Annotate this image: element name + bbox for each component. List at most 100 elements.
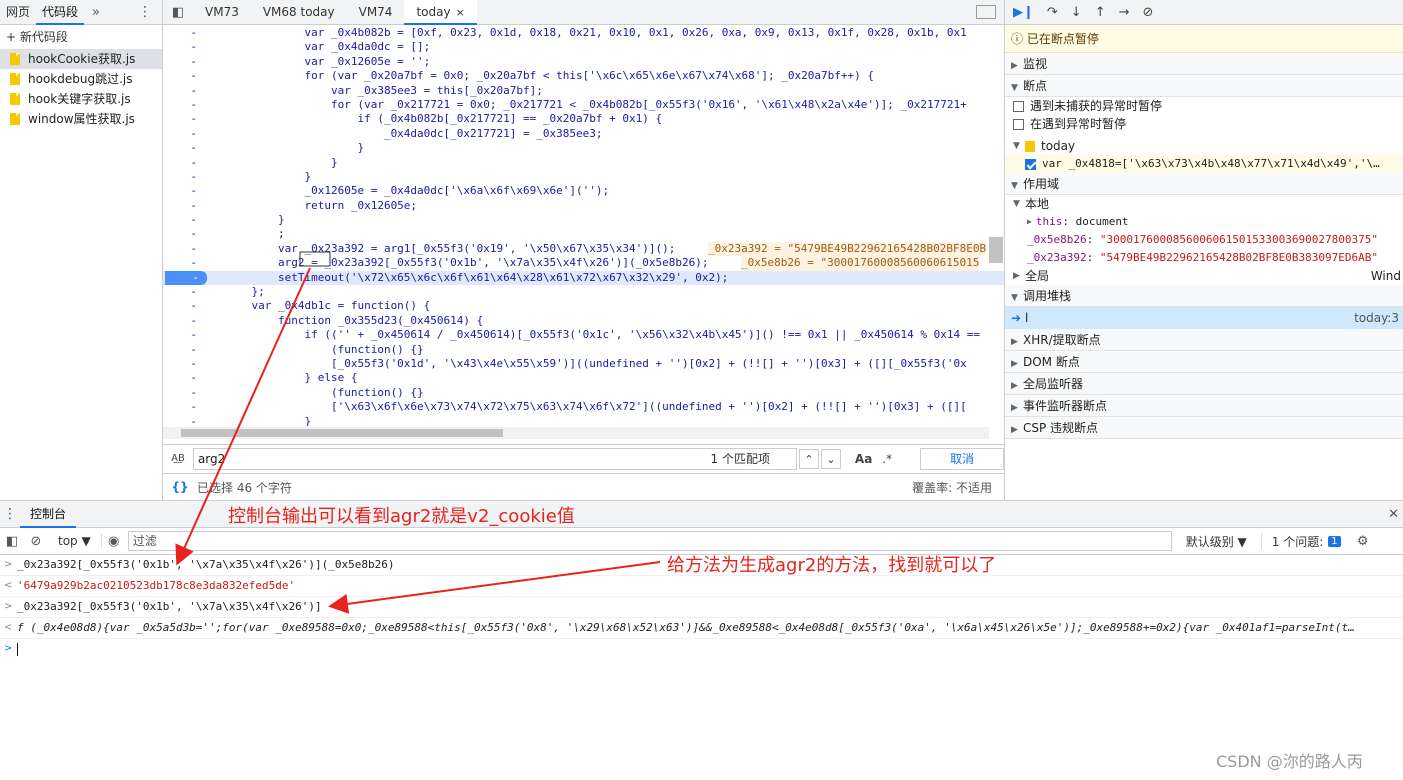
code-line[interactable]: - ['\x63\x6f\x6e\x73\x74\x72\x75\x63\x74… <box>163 400 1004 414</box>
code-line[interactable]: - }; <box>163 285 1004 299</box>
step-icon[interactable]: → <box>1119 5 1130 20</box>
code-line[interactable]: - (function() {} <box>163 386 1004 400</box>
line-gutter[interactable]: - <box>163 328 215 342</box>
code-line[interactable]: - _0x12605e = _0x4da0dc['\x6a\x6f\x69\x6… <box>163 184 1004 198</box>
line-gutter[interactable]: - <box>163 127 215 141</box>
tab-console[interactable]: 控制台 <box>20 501 77 528</box>
previous-match-button[interactable]: ⌃ <box>798 448 819 469</box>
section-breakpoints[interactable]: ▼ 断点 <box>1005 75 1403 97</box>
section-scope[interactable]: ▼ 作用域 <box>1005 173 1403 195</box>
log-level-select[interactable]: 默认级别 ▼ <box>1172 532 1262 550</box>
code-line[interactable]: - } <box>163 213 1004 227</box>
filter-input[interactable]: 过滤 <box>127 531 1172 551</box>
section-csp[interactable]: ▶ CSP 违规断点 <box>1005 417 1403 439</box>
line-gutter[interactable]: - <box>163 415 215 426</box>
code-area[interactable]: - var _0x4b082b = [0xf, 0x23, 0x1d, 0x18… <box>163 26 1004 426</box>
line-gutter[interactable]: - <box>163 84 215 98</box>
replace-toggle-icon[interactable]: A͟B <box>163 453 193 464</box>
scope-local[interactable]: ▼ 本地 <box>1005 195 1403 213</box>
resume-icon[interactable]: ▶❙ <box>1013 5 1034 20</box>
search-input[interactable]: arg2 1 个匹配项 <box>192 447 797 470</box>
close-icon[interactable]: × <box>456 6 465 19</box>
eye-icon[interactable]: ◉ <box>102 534 126 549</box>
toggle-debugger-icon[interactable] <box>976 5 996 19</box>
code-line[interactable]: - ; <box>163 227 1004 241</box>
line-gutter[interactable]: - <box>163 213 215 227</box>
line-gutter[interactable]: - <box>163 170 215 184</box>
line-gutter[interactable]: - <box>163 199 215 213</box>
horizontal-scrollbar[interactable] <box>163 427 989 439</box>
checkbox[interactable] <box>1013 118 1024 130</box>
checkbox[interactable] <box>1013 100 1024 112</box>
editor-tab[interactable]: VM74 <box>347 0 405 25</box>
line-gutter[interactable]: - <box>163 299 215 313</box>
kebab-menu-icon[interactable]: ⋮ <box>128 4 162 20</box>
tab-page[interactable]: 网页 <box>0 0 36 25</box>
code-line[interactable]: - for (var _0x217721 = 0x0; _0x217721 < … <box>163 98 1004 112</box>
kebab-menu-icon[interactable]: ⋮ <box>0 506 20 522</box>
line-gutter[interactable]: - <box>163 26 215 40</box>
issues-button[interactable]: 1 个问题: 1 <box>1262 533 1351 550</box>
code-line[interactable]: - } else { <box>163 371 1004 385</box>
snippet-item[interactable]: window属性获取.js <box>0 109 162 129</box>
line-gutter[interactable]: - <box>163 156 215 170</box>
code-line[interactable]: - [_0x55f3('0x1d', '\x43\x4e\x55\x59')](… <box>163 357 1004 371</box>
snippet-item[interactable]: hookCookie获取.js <box>0 49 162 69</box>
code-line[interactable]: - var _0x4da0dc = []; <box>163 40 1004 54</box>
line-gutter[interactable]: - <box>163 242 215 256</box>
line-gutter[interactable]: - <box>163 314 215 328</box>
editor-tab[interactable]: VM73 <box>193 0 251 25</box>
console-message[interactable]: > _0x23a392[_0x55f3('0x1b', '\x7a\x35\x4f… <box>0 597 1403 618</box>
call-frame[interactable]: ➜ l today:3 <box>1005 307 1403 329</box>
editor-tab-active[interactable]: today × <box>404 0 477 25</box>
more-tabs-button[interactable]: » <box>84 5 108 20</box>
code-line-paused[interactable]: - setTimeout('\x72\x65\x6c\x6f\x61\x64\x… <box>163 270 1004 286</box>
checkbox-checked[interactable] <box>1025 158 1036 170</box>
code-line[interactable]: - for (var _0x20a7bf = 0x0; _0x20a7bf < … <box>163 69 1004 83</box>
line-gutter[interactable]: - <box>163 227 215 241</box>
scope-global[interactable]: ▶ 全局 Wind <box>1005 267 1403 285</box>
line-gutter[interactable]: - <box>163 69 215 83</box>
section-watch[interactable]: ▶ 监视 <box>1005 53 1403 75</box>
next-match-button[interactable]: ⌄ <box>820 448 841 469</box>
toggle-navigator-icon[interactable]: ◧ <box>163 5 193 20</box>
new-snippet-button[interactable]: + 新代码段 <box>0 25 162 49</box>
vertical-scrollbar-thumb[interactable] <box>989 237 1003 263</box>
snippet-item[interactable]: hook关键字获取.js <box>0 89 162 109</box>
code-line[interactable]: - var _0x12605e = ''; <box>163 55 1004 69</box>
line-gutter[interactable]: - <box>163 112 215 126</box>
line-gutter[interactable]: - <box>163 371 215 385</box>
code-line[interactable]: - if (('' + _0x450614 / _0x450614)[_0x55… <box>163 328 1004 342</box>
sidebar-toggle-icon[interactable]: ◧ <box>0 534 24 549</box>
gear-icon[interactable]: ⚙ <box>1351 534 1375 549</box>
scope-this[interactable]: ▶ this: document <box>1005 213 1403 231</box>
breakpoint-file[interactable]: ▼ today <box>1005 137 1403 155</box>
code-line[interactable]: - } <box>163 415 1004 426</box>
code-line[interactable]: - } <box>163 141 1004 155</box>
code-line[interactable]: - var _0x4b082b = [0xf, 0x23, 0x1d, 0x18… <box>163 26 1004 40</box>
editor-tab[interactable]: VM68 today <box>251 0 347 25</box>
scrollbar-thumb[interactable] <box>181 429 503 437</box>
section-event-listeners[interactable]: ▶ 事件监听器断点 <box>1005 395 1403 417</box>
code-line[interactable]: - function _0x355d23(_0x450614) { <box>163 314 1004 328</box>
step-out-icon[interactable]: ↑ <box>1095 5 1106 20</box>
tab-snippets[interactable]: 代码段 <box>36 0 85 25</box>
match-case-button[interactable]: Aa <box>855 452 872 466</box>
section-xhr[interactable]: ▶ XHR/提取断点 <box>1005 329 1403 351</box>
line-gutter[interactable]: - <box>165 270 207 286</box>
breakpoint-line[interactable]: var _0x4818=['\x63\x73\x4b\x48\x77\x71\x… <box>1005 155 1403 173</box>
code-line[interactable]: - _0x4da0dc[_0x217721] = _0x385ee3; <box>163 127 1004 141</box>
pause-caught-option[interactable]: 在遇到异常时暂停 <box>1005 115 1403 133</box>
scope-var[interactable]: _0x23a392: "5479BE49B22962165428B02BF8E0… <box>1005 249 1403 267</box>
context-selector[interactable]: top ▼ <box>48 534 102 548</box>
console-message[interactable]: < f (_0x4e08d8){var _0x5a5d3b='';for(var … <box>0 618 1403 639</box>
line-gutter[interactable]: - <box>163 184 215 198</box>
pause-uncaught-option[interactable]: 遇到未捕获的异常时暂停 <box>1005 97 1403 115</box>
line-gutter[interactable]: - <box>163 386 215 400</box>
code-line[interactable]: - var _0x4db1c = function() { <box>163 299 1004 313</box>
line-gutter[interactable]: - <box>163 98 215 112</box>
code-line[interactable]: - if (_0x4b082b[_0x217721] == _0x20a7bf … <box>163 112 1004 126</box>
line-gutter[interactable]: - <box>163 285 215 299</box>
code-line[interactable]: - } <box>163 156 1004 170</box>
pretty-print-button[interactable]: {} <box>163 480 197 494</box>
